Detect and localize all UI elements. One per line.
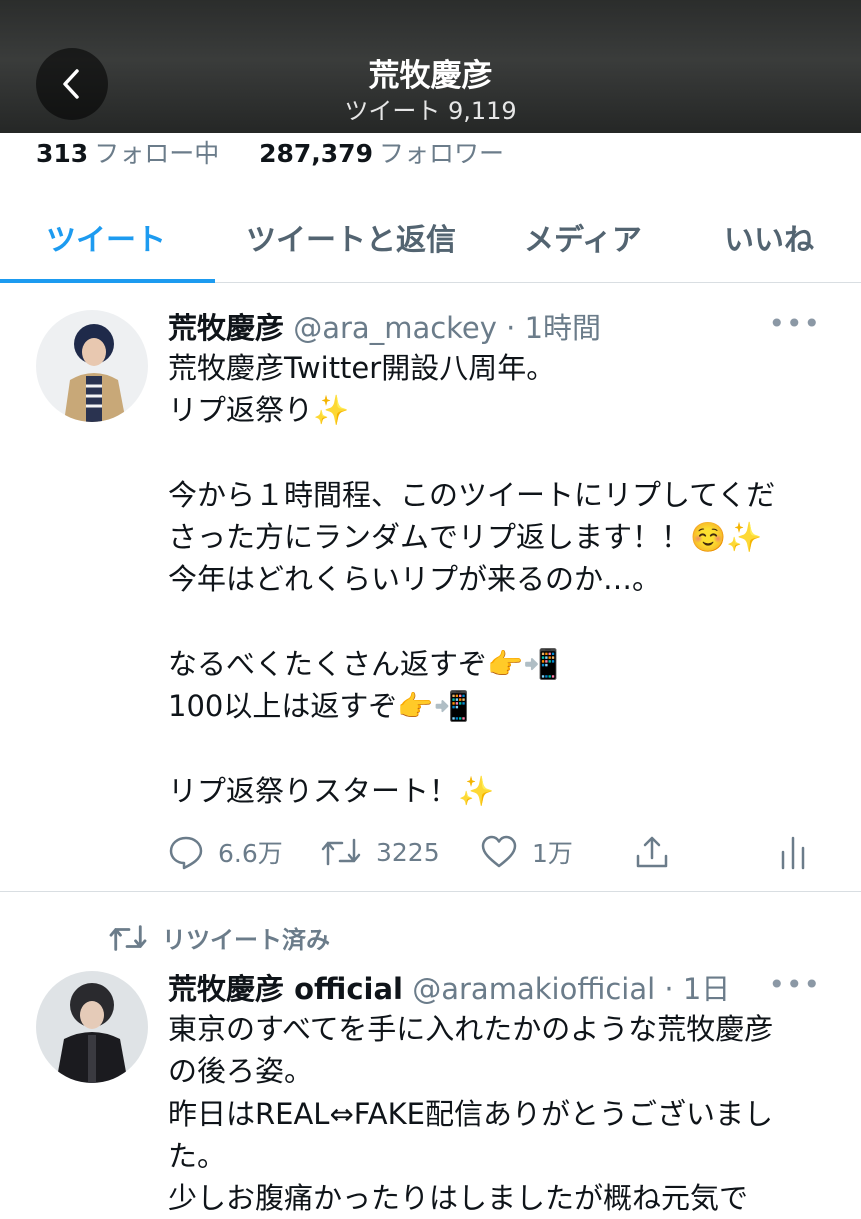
tweet-line: 少しお腹痛かったりはしましたが概ね元気で bbox=[168, 1181, 749, 1216]
tweet-text: 東京のすべてを手に入れたかのような荒牧慶彦 の後ろ姿。 昨日はREAL⇔FAKE… bbox=[168, 1008, 828, 1219]
tweet-header: 荒牧慶彦 official @aramakiofficial · 1日 bbox=[168, 972, 731, 1006]
tweet-line: 東京のすべてを手に入れたかのような荒牧慶彦 bbox=[168, 1012, 774, 1046]
tweet-line bbox=[168, 601, 828, 643]
tweet-header: 荒牧慶彦 @ara_mackey · 1時間 bbox=[168, 311, 602, 345]
profile-name-title: 荒牧慶彦 bbox=[368, 58, 493, 94]
tweet-divider bbox=[0, 891, 861, 892]
heart-icon bbox=[481, 835, 517, 868]
reply-button[interactable]: 6.6万 bbox=[168, 834, 283, 870]
reply-icon bbox=[169, 836, 203, 870]
tweet-time[interactable]: 1時間 bbox=[525, 311, 601, 345]
tweet-line: 今年はどれくらいリプが来るのか…。 bbox=[168, 562, 662, 597]
following-link[interactable]: 313 フォロー中 bbox=[36, 139, 227, 168]
tweet-line: リプ返祭りスタート！✨ bbox=[168, 773, 495, 808]
like-count: 1万 bbox=[532, 839, 573, 868]
profile-tabs: ツイート ツイートと返信 メディア いいね bbox=[0, 200, 861, 283]
retweet-icon bbox=[321, 838, 361, 866]
like-button[interactable]: 1万 bbox=[480, 834, 573, 870]
tweet-actions: 6.6万 3225 1万 bbox=[168, 834, 828, 874]
followers-count: 287,379 bbox=[259, 139, 373, 168]
tweet-time[interactable]: 1日 bbox=[683, 972, 730, 1006]
tweet-line: た。 bbox=[168, 1138, 227, 1173]
tweet[interactable]: 荒牧慶彦 official @aramakiofficial · 1日 ••• … bbox=[0, 940, 861, 1215]
follow-stats: 313 フォロー中 287,379 フォロワー bbox=[36, 134, 504, 170]
retweet-button[interactable]: 3225 bbox=[320, 834, 440, 870]
followers-label: フォロワー bbox=[378, 139, 504, 168]
tweet-line: の後ろ姿。 bbox=[168, 1054, 314, 1089]
tweet-count: ツイート 9,119 bbox=[344, 97, 517, 125]
tweet-line bbox=[168, 432, 828, 474]
more-options-icon[interactable]: ••• bbox=[768, 307, 821, 340]
avatar[interactable] bbox=[36, 971, 148, 1083]
author-handle[interactable]: @aramakiofficial bbox=[412, 972, 655, 1006]
followers-link[interactable]: 287,379 フォロワー bbox=[251, 139, 504, 168]
share-icon bbox=[636, 836, 668, 868]
analytics-icon bbox=[781, 836, 805, 870]
tab-tweets-and-replies[interactable]: ツイートと返信 bbox=[246, 215, 456, 259]
tweet-line: なるべくたくさん返すぞ👉📲 bbox=[168, 647, 560, 682]
tweet-line bbox=[168, 728, 828, 770]
tweet-line: リプ返祭り✨ bbox=[168, 393, 350, 428]
analytics-button[interactable] bbox=[778, 834, 808, 870]
tab-tweets[interactable]: ツイート bbox=[46, 215, 166, 259]
author-name[interactable]: 荒牧慶彦 official bbox=[168, 972, 403, 1006]
share-button[interactable] bbox=[634, 834, 670, 870]
tweet-line: 昨日はREAL⇔FAKE配信ありがとうございまし bbox=[168, 1096, 773, 1131]
avatar[interactable] bbox=[36, 310, 148, 422]
profile-header: 荒牧慶彦 ツイート 9,119 bbox=[0, 0, 861, 133]
tweet-line: 今から１時間程、このツイートにリプしてくだ bbox=[168, 477, 776, 512]
following-count: 313 bbox=[36, 139, 89, 168]
tab-likes[interactable]: いいね bbox=[724, 215, 814, 259]
retweet-count: 3225 bbox=[376, 837, 440, 867]
following-label: フォロー中 bbox=[94, 139, 220, 168]
reply-count: 6.6万 bbox=[218, 839, 283, 868]
tweet-line: 荒牧慶彦Twitter開設八周年。 bbox=[168, 351, 556, 385]
tweet-text: 荒牧慶彦Twitter開設八周年。 リプ返祭り✨ 今から１時間程、このツイートに… bbox=[168, 347, 828, 812]
tweet[interactable]: 荒牧慶彦 @ara_mackey · 1時間 ••• 荒牧慶彦Twitter開設… bbox=[0, 283, 861, 891]
tab-media[interactable]: メディア bbox=[524, 215, 642, 259]
author-handle[interactable]: @ara_mackey bbox=[293, 311, 497, 345]
author-name[interactable]: 荒牧慶彦 bbox=[168, 311, 284, 345]
tweet-line: さった方にランダムでリプ返します！！☺️✨ bbox=[168, 520, 763, 555]
tweet-line: 100以上は返すぞ👉📲 bbox=[168, 689, 470, 724]
more-options-icon[interactable]: ••• bbox=[768, 968, 821, 1001]
